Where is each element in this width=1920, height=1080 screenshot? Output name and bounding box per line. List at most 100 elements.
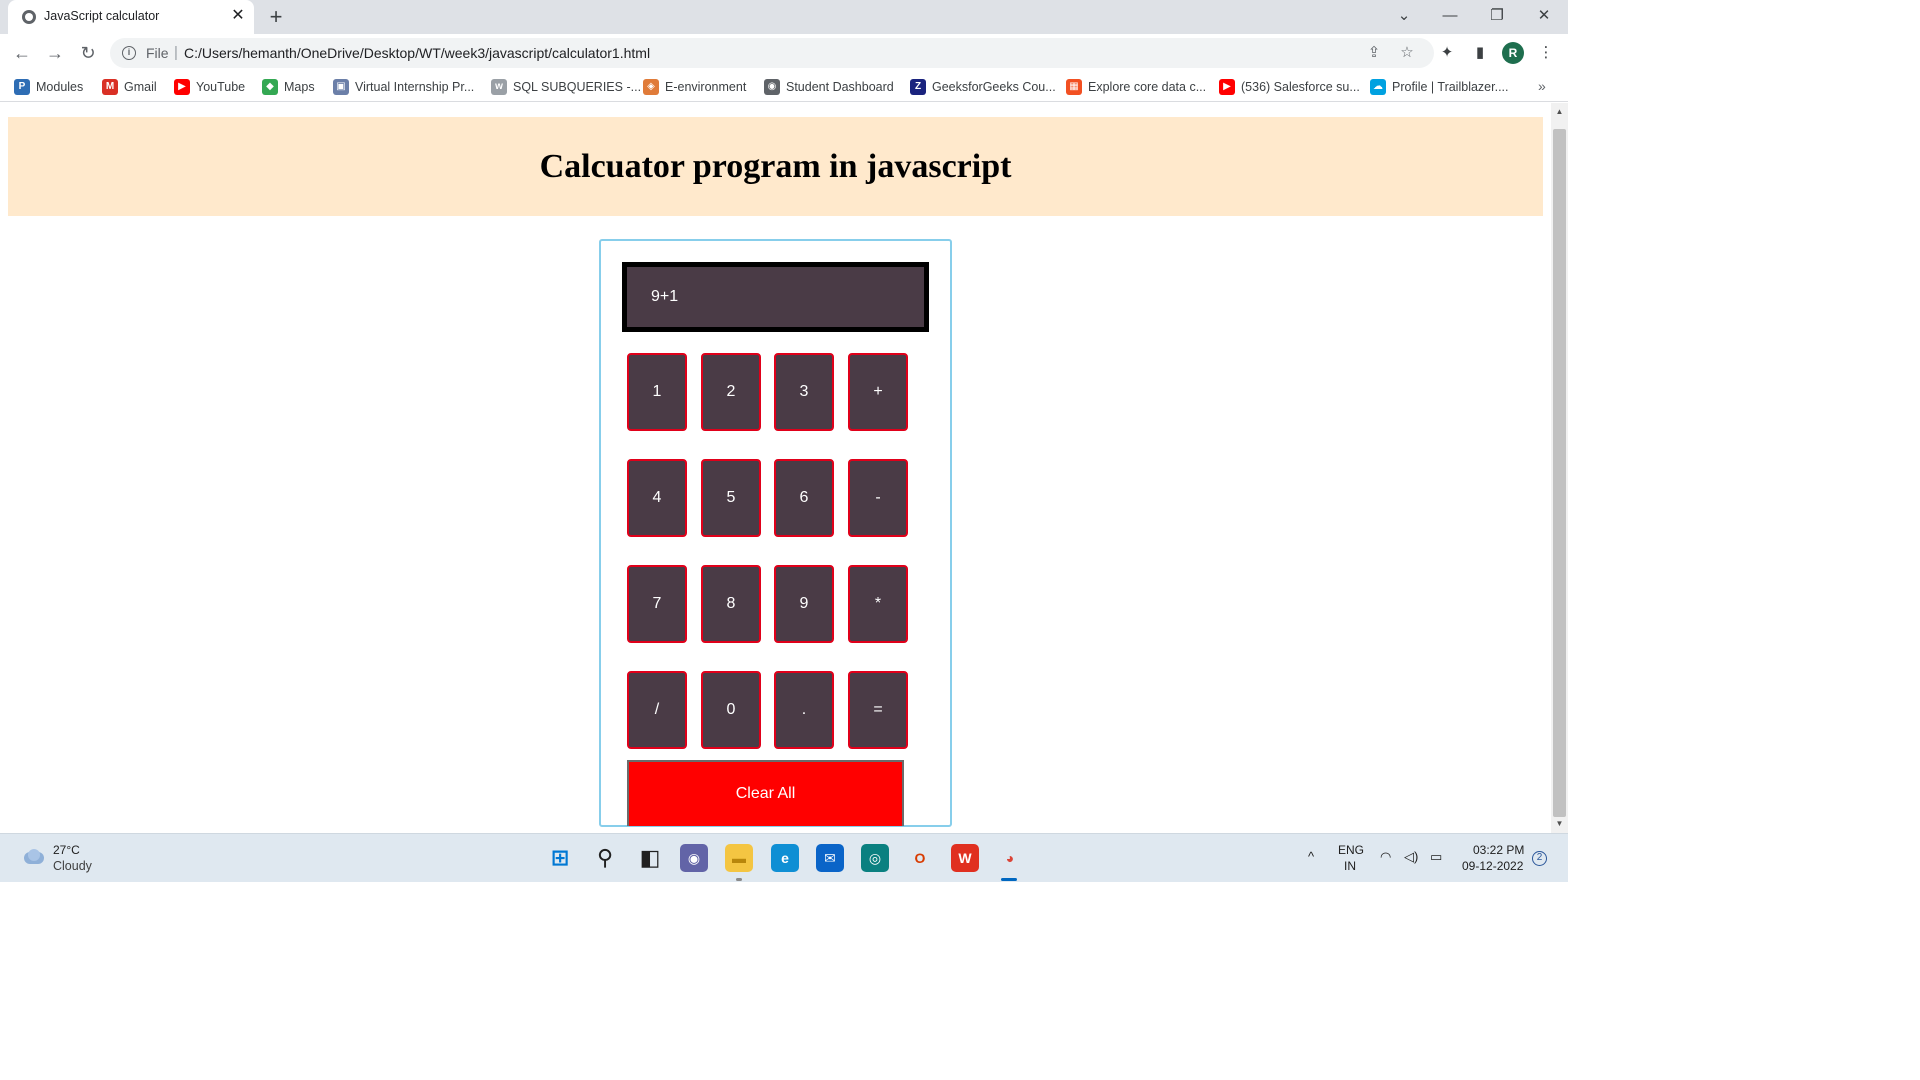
search-icon[interactable]: ⚲ bbox=[591, 844, 619, 872]
mail-icon[interactable]: ✉ bbox=[816, 844, 844, 872]
chat-icon[interactable]: ◉ bbox=[680, 844, 708, 872]
cloud-icon[interactable] bbox=[20, 849, 46, 865]
scroll-up-icon[interactable]: ▲ bbox=[1551, 107, 1568, 117]
p-icon: P bbox=[14, 79, 30, 95]
close-tab-icon[interactable]: ✕ bbox=[228, 6, 248, 26]
bookmark-item[interactable]: ☁ Profile | Trailblazer.... bbox=[1370, 78, 1509, 96]
start-icon[interactable]: ⊞ bbox=[546, 844, 574, 872]
calculator-display: 9+1 bbox=[622, 262, 929, 332]
bookmark-label: E-environment bbox=[665, 80, 747, 94]
reload-button[interactable]: ↻ bbox=[75, 40, 101, 66]
bookmark-item[interactable]: ▶ YouTube bbox=[174, 78, 245, 96]
globe-icon: ◉ bbox=[764, 79, 780, 95]
clock-time[interactable]: 03:22 PM bbox=[1473, 843, 1524, 857]
key-button[interactable]: 3 bbox=[774, 353, 834, 431]
page-scrollbar[interactable]: ▲ ▼ bbox=[1551, 103, 1568, 833]
forward-button[interactable]: → bbox=[42, 40, 68, 66]
key-button[interactable]: 5 bbox=[701, 459, 761, 537]
bookmarks-overflow-icon[interactable]: » bbox=[1538, 78, 1546, 94]
key-button[interactable]: 2 bbox=[701, 353, 761, 431]
share-icon[interactable]: ⇪ bbox=[1365, 44, 1383, 62]
tab-strip: JavaScript calculator ✕ + ⌄ — ❐ ✕ bbox=[0, 0, 1568, 34]
page-viewport: Calcuator program in javascript 9+1 1 2 3 +… bbox=[0, 103, 1551, 833]
key-button[interactable]: + bbox=[848, 353, 908, 431]
key-button[interactable]: 6 bbox=[774, 459, 834, 537]
bookmark-item[interactable]: ▣ Virtual Internship Pr... bbox=[333, 78, 474, 96]
weather-temperature[interactable]: 27°C bbox=[53, 843, 80, 857]
side-panel-icon[interactable]: ▮ bbox=[1469, 42, 1491, 64]
browser-tab[interactable]: JavaScript calculator ✕ bbox=[8, 0, 254, 34]
window-close-button[interactable]: ✕ bbox=[1530, 4, 1558, 28]
wps-icon[interactable]: W bbox=[951, 844, 979, 872]
bookmark-item[interactable]: ◆ Maps bbox=[262, 78, 315, 96]
scroll-thumb[interactable] bbox=[1553, 129, 1566, 817]
bookmark-item[interactable]: ◉ Student Dashboard bbox=[764, 78, 894, 96]
key-button[interactable]: 7 bbox=[627, 565, 687, 643]
page-title: Calcuator program in javascript bbox=[539, 148, 1012, 185]
bookmark-label: SQL SUBQUERIES -... bbox=[513, 80, 642, 94]
cloud-icon: ☁ bbox=[1370, 79, 1386, 95]
key-button[interactable]: / bbox=[627, 671, 687, 749]
calculator: 9+1 1 2 3 +4 5 6- 7 8 9 * /0. = Clear All bbox=[599, 239, 952, 827]
key-button[interactable]: 4 bbox=[627, 459, 687, 537]
tray-chevron-icon[interactable]: ^ bbox=[1308, 849, 1314, 864]
address-separator: | bbox=[174, 44, 178, 61]
battery-icon[interactable]: ▭ bbox=[1430, 849, 1442, 865]
edge-icon[interactable]: e bbox=[771, 844, 799, 872]
bookmark-item[interactable]: ▶ (536) Salesforce su... bbox=[1219, 78, 1360, 96]
task-view-icon[interactable]: ◧ bbox=[636, 844, 664, 872]
clear-all-button[interactable]: Clear All bbox=[627, 760, 904, 826]
bookmark-star-icon[interactable]: ☆ bbox=[1398, 44, 1416, 62]
key-button[interactable]: 9 bbox=[774, 565, 834, 643]
bookmark-label: YouTube bbox=[196, 80, 246, 94]
clock-date[interactable]: 09-12-2022 bbox=[1462, 859, 1523, 873]
key-button[interactable]: 8 bbox=[701, 565, 761, 643]
menu-icon[interactable]: ⋮ bbox=[1535, 42, 1557, 64]
key-button[interactable]: 0 bbox=[701, 671, 761, 749]
extensions-icon[interactable]: ✦ bbox=[1436, 42, 1458, 64]
key-button[interactable]: - bbox=[848, 459, 908, 537]
scroll-down-icon[interactable]: ▼ bbox=[1551, 819, 1568, 829]
address-bar[interactable]: i File | C:/Users/hemanth/OneDrive/Deskt… bbox=[110, 38, 1434, 68]
bookmark-item[interactable]: w SQL SUBQUERIES -... bbox=[491, 78, 641, 96]
key-button[interactable]: 1 bbox=[627, 353, 687, 431]
key-button[interactable]: = bbox=[848, 671, 908, 749]
bookmark-label: Explore core data c... bbox=[1088, 80, 1207, 94]
region-label[interactable]: IN bbox=[1344, 859, 1356, 873]
bookmark-item[interactable]: P Modules bbox=[14, 78, 83, 96]
bookmark-label: Virtual Internship Pr... bbox=[355, 80, 475, 94]
bookmark-item[interactable]: M Gmail bbox=[102, 78, 157, 96]
new-tab-button[interactable]: + bbox=[264, 5, 288, 29]
language-label[interactable]: ENG bbox=[1338, 843, 1364, 857]
minimize-button[interactable]: — bbox=[1436, 4, 1464, 28]
chrome-icon[interactable]: ◕ bbox=[996, 844, 1024, 872]
key-button[interactable]: . bbox=[774, 671, 834, 749]
doc-icon: ▣ bbox=[333, 79, 349, 95]
shield-icon: ◈ bbox=[643, 79, 659, 95]
bookmark-item[interactable]: Z GeeksforGeeks Cou... bbox=[910, 78, 1056, 96]
tab-search-icon[interactable]: ⌄ bbox=[1390, 4, 1418, 28]
page-header: Calcuator program in javascript bbox=[8, 117, 1543, 216]
restore-button[interactable]: ❐ bbox=[1483, 4, 1511, 28]
wifi-icon[interactable]: ◠ bbox=[1380, 849, 1391, 865]
bookmark-item[interactable]: ▦ Explore core data c... bbox=[1066, 78, 1206, 96]
volume-icon[interactable]: ◁) bbox=[1404, 849, 1418, 865]
bookmark-item[interactable]: ◈ E-environment bbox=[643, 78, 746, 96]
profile-avatar[interactable]: R bbox=[1502, 42, 1524, 64]
address-url[interactable]: C:/Users/hemanth/OneDrive/Desktop/WT/wee… bbox=[184, 45, 650, 61]
weather-description[interactable]: Cloudy bbox=[53, 859, 92, 873]
back-button[interactable]: ← bbox=[9, 40, 35, 66]
notification-badge[interactable]: 2 bbox=[1532, 851, 1547, 866]
store-icon[interactable]: ◎ bbox=[861, 844, 889, 872]
maps-icon: ◆ bbox=[262, 79, 278, 95]
key-button[interactable]: * bbox=[848, 565, 908, 643]
info-icon[interactable]: i bbox=[122, 46, 136, 60]
bookmark-label: Profile | Trailblazer.... bbox=[1392, 80, 1509, 94]
youtube-icon: ▶ bbox=[174, 79, 190, 95]
file-explorer-icon[interactable]: ▬ bbox=[725, 844, 753, 872]
bookmark-label: Maps bbox=[284, 80, 315, 94]
office-icon[interactable]: O bbox=[906, 844, 934, 872]
youtube-icon: ▶ bbox=[1219, 79, 1235, 95]
globe-icon bbox=[22, 10, 36, 24]
running-indicator bbox=[736, 878, 742, 881]
